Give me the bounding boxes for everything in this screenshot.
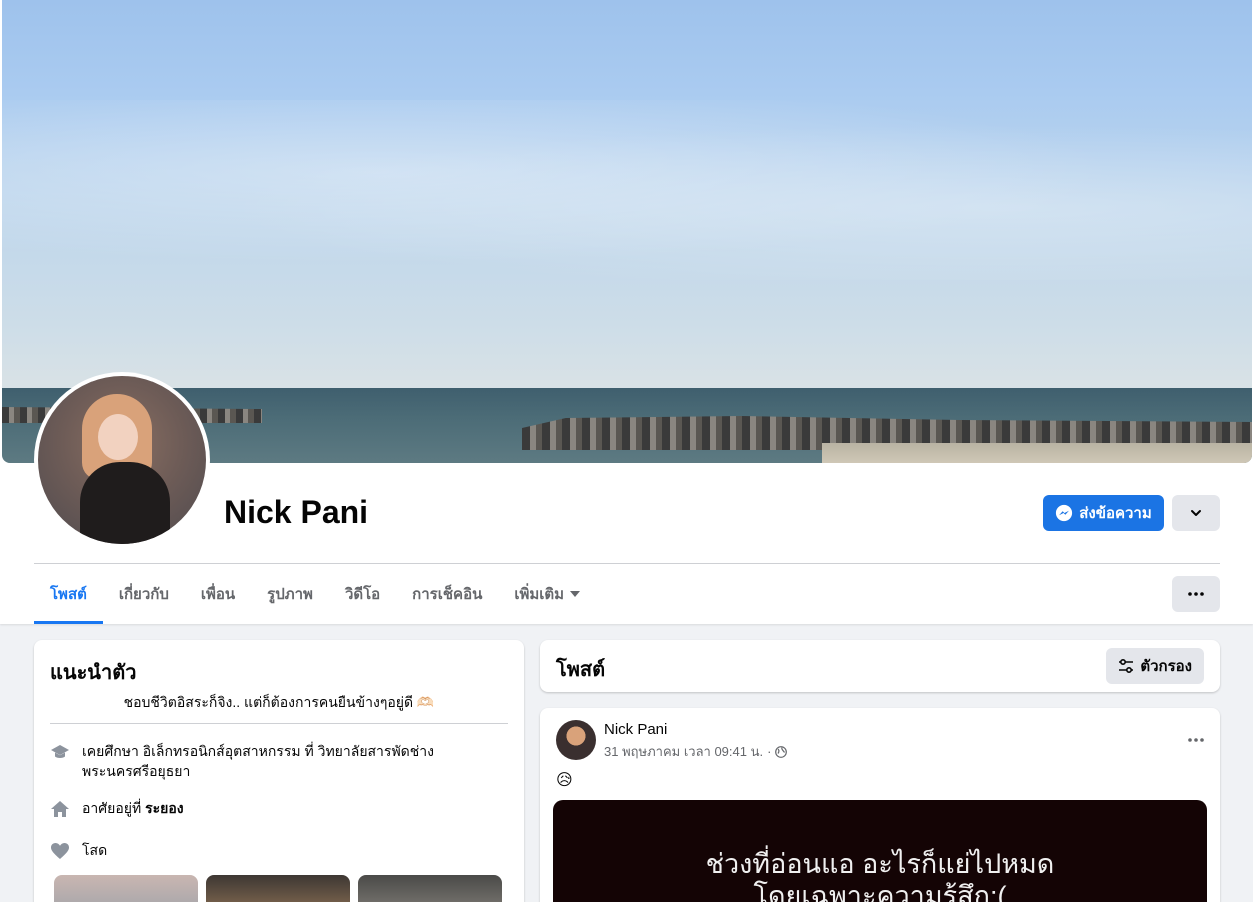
send-message-label: ส่งข้อความ	[1079, 505, 1152, 522]
profile-header: Nick Pani ส่งข้อความ โพสต์ เกี่ยวกับ เพื…	[0, 0, 1253, 624]
intro-title: แนะนำตัว	[50, 662, 137, 684]
cover-sand	[822, 443, 1252, 463]
home-icon	[51, 801, 69, 817]
messenger-icon	[1056, 504, 1073, 522]
lives-in-row: อาศัยอยู่ที่ ระยอง	[50, 798, 184, 819]
intro-card: แนะนำตัว ชอบชีวิตอิสระก็จิง.. แต่ก็ต้องก…	[34, 640, 524, 902]
cover-clouds	[2, 100, 1252, 280]
lives-in-text: อาศัยอยู่ที่ ระยอง	[82, 800, 184, 816]
profile-tabs: โพสต์ เกี่ยวกับ เพื่อน รูปภาพ วิดีโอ การ…	[34, 564, 596, 624]
graduation-cap-icon	[51, 745, 69, 758]
post-author-avatar[interactable]	[556, 720, 596, 760]
post-options-button[interactable]	[1188, 726, 1204, 747]
filter-label: ตัวกรอง	[1140, 658, 1192, 675]
cover-photo[interactable]	[2, 0, 1252, 463]
more-dots-icon	[1188, 592, 1204, 596]
post-card: Nick Pani 31 พฤษภาคม เวลา 09:41 น. · 😥 ช…	[540, 708, 1220, 902]
relationship-row: โสด	[50, 840, 107, 861]
posts-title: โพสต์	[556, 659, 606, 681]
tab-videos[interactable]: วิดีโอ	[329, 564, 396, 624]
education-text: เคยศึกษา อิเล็กทรอนิกส์อุตสาหกรรม ที่ วิ…	[82, 743, 434, 779]
post-author-name[interactable]: Nick Pani	[604, 721, 667, 738]
post-meta: 31 พฤษภาคม เวลา 09:41 น. ·	[604, 741, 788, 762]
post-image-text: ช่วงที่อ่อนแอ อะไรก็แย่ไปหมด โดยเฉพาะควา…	[705, 849, 1055, 902]
more-dots-icon	[1188, 738, 1204, 742]
tab-more[interactable]: เพิ่มเติม	[498, 564, 596, 624]
tab-posts[interactable]: โพสต์	[34, 564, 103, 624]
globe-icon[interactable]	[775, 745, 788, 758]
post-image[interactable]: ช่วงที่อ่อนแอ อะไรก็แย่ไปหมด โดยเฉพาะควา…	[553, 800, 1207, 902]
education-row: เคยศึกษา อิเล็กทรอนิกส์อุตสาหกรรม ที่ วิ…	[50, 741, 450, 781]
featured-photo[interactable]	[358, 875, 502, 902]
caret-down-icon	[570, 591, 581, 597]
tab-friends[interactable]: เพื่อน	[185, 564, 251, 624]
profile-dropdown-button[interactable]	[1172, 495, 1220, 531]
intro-photos	[54, 875, 502, 902]
send-message-button[interactable]: ส่งข้อความ	[1043, 495, 1164, 531]
filter-icon	[1119, 658, 1134, 674]
featured-photo[interactable]	[206, 875, 350, 902]
tab-about[interactable]: เกี่ยวกับ	[103, 564, 185, 624]
relationship-text: โสด	[82, 842, 108, 858]
filter-button[interactable]: ตัวกรอง	[1106, 648, 1204, 684]
lives-in-place[interactable]: ระยอง	[145, 800, 184, 816]
posts-header-card: โพสต์ ตัวกรอง	[540, 640, 1220, 692]
chevron-down-icon	[1191, 510, 1201, 516]
tab-photos[interactable]: รูปภาพ	[251, 564, 329, 624]
profile-avatar[interactable]	[34, 372, 210, 548]
post-meta-separator: ·	[767, 744, 772, 759]
profile-name: Nick Pani	[224, 494, 369, 530]
post-timestamp[interactable]: 31 พฤษภาคม เวลา 09:41 น.	[604, 741, 763, 762]
tab-checkins[interactable]: การเช็คอิน	[396, 564, 498, 624]
post-text: 😥	[556, 772, 573, 789]
featured-photo[interactable]	[54, 875, 198, 902]
intro-divider	[50, 723, 508, 724]
profile-more-button[interactable]	[1172, 576, 1220, 612]
intro-bio: ชอบชีวิตอิสระก็จิง.. แต่ก็ต้องการคนยืนข้…	[123, 694, 435, 710]
avatar-image	[38, 376, 206, 544]
heart-icon	[51, 843, 69, 859]
